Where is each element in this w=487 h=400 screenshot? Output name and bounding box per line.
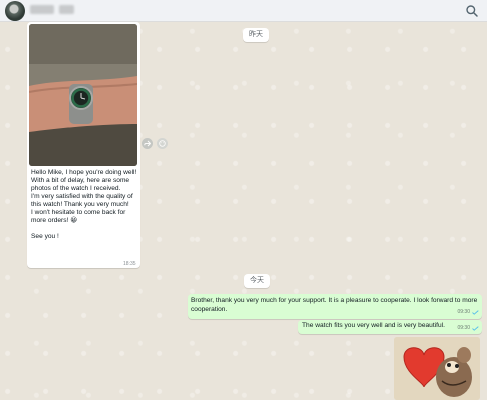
watch-photo-drawing xyxy=(29,24,137,166)
outgoing-message-text: Brother, thank you very much for your su… xyxy=(191,297,478,313)
sticker-drawing xyxy=(394,337,480,400)
contact-name-blurred[interactable] xyxy=(30,5,78,16)
outgoing-message-time: 09:30 xyxy=(457,309,470,315)
incoming-message[interactable]: Hello Mike, I hope you're doing well! Wi… xyxy=(27,22,140,268)
outgoing-message-meta: 09:30 xyxy=(457,324,479,333)
read-tick-icon xyxy=(472,326,479,331)
chat-header xyxy=(0,0,487,22)
date-divider-yesterday: 昨天 xyxy=(243,28,269,42)
outgoing-message-text: The watch fits you very well and is very… xyxy=(302,322,445,329)
outgoing-message-meta: 09:30 xyxy=(457,308,479,317)
outgoing-message-time: 09:30 xyxy=(457,325,470,331)
outgoing-message[interactable]: Brother, thank you very much for your su… xyxy=(188,294,482,319)
outgoing-message[interactable]: The watch fits you very well and is very… xyxy=(298,320,482,334)
read-tick-icon xyxy=(472,310,479,315)
blurred-name-part xyxy=(59,5,74,14)
sticker-heart-mouse[interactable] xyxy=(394,337,480,400)
avatar[interactable] xyxy=(5,1,25,21)
emoji-react-icon[interactable] xyxy=(157,138,168,149)
search-icon[interactable] xyxy=(465,4,479,18)
forward-icon[interactable] xyxy=(142,138,153,149)
incoming-message-time: 18:35 xyxy=(123,261,136,267)
incoming-message-text: Hello Mike, I hope you're doing well! Wi… xyxy=(31,169,137,240)
watch-photo[interactable] xyxy=(29,24,137,166)
blurred-name-part xyxy=(30,5,54,14)
date-divider-today: 今天 xyxy=(244,274,270,288)
